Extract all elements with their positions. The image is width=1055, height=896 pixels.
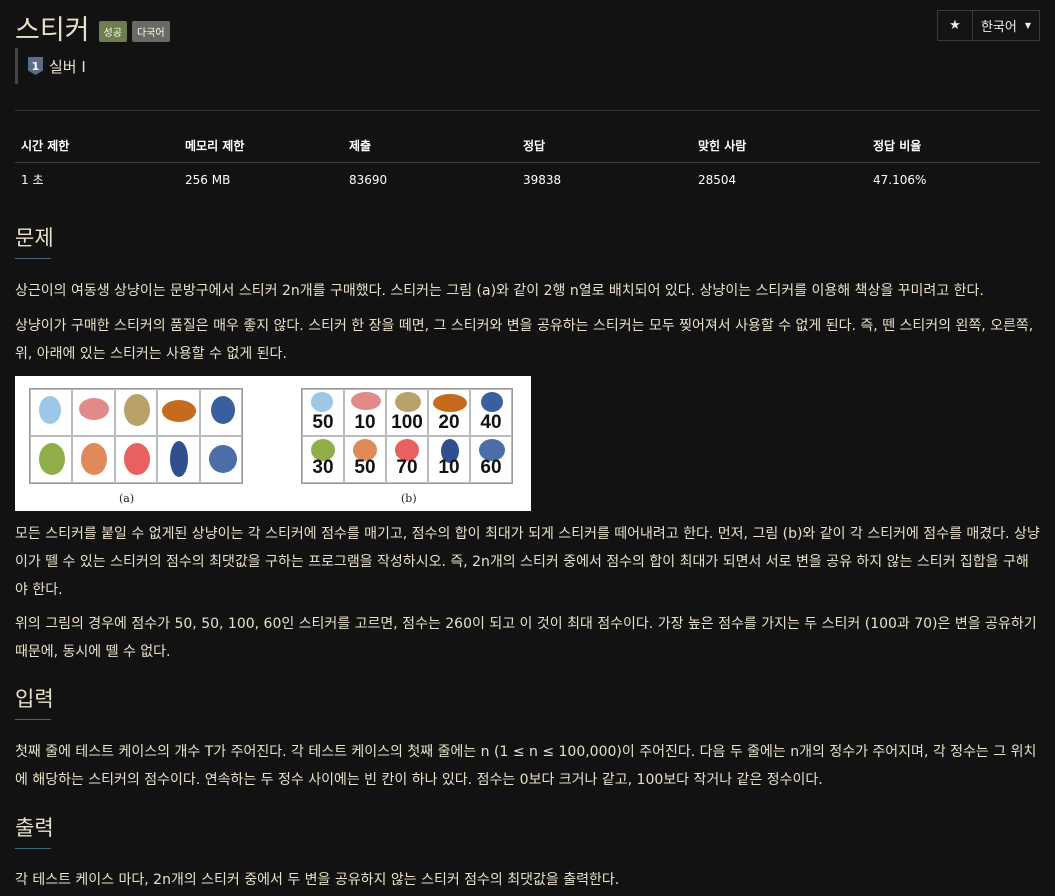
score-label: 100	[391, 412, 423, 433]
problem-paragraph-3: 모든 스티커를 붙일 수 없게된 상냥이는 각 스티커에 점수를 매기고, 점수…	[15, 526, 1040, 598]
problem-title: 스티커	[15, 15, 90, 46]
caption-b: (b)	[401, 492, 417, 505]
col-solved-users: 맞힌 사람	[692, 129, 867, 163]
col-time-limit: 시간 제한	[15, 129, 179, 163]
silver-tier-icon[interactable]: 1	[28, 57, 43, 75]
sticker-cell: 10	[344, 389, 386, 436]
sticker-child-icon	[114, 436, 158, 483]
input-paragraph: 첫째 줄에 테스트 케이스의 개수 T가 주어진다. 각 테스트 케이스의 첫째…	[15, 744, 1037, 788]
memory-limit-value: 256 MB	[185, 172, 231, 187]
time-limit-value: 1 초	[21, 173, 44, 188]
accepted-value[interactable]: 39838	[517, 163, 692, 197]
sticker-girl-icon	[72, 436, 115, 483]
col-accepted: 정답	[517, 129, 692, 163]
problem-paragraph-4: 위의 그림의 경우에 점수가 50, 50, 100, 60인 스티커를 고르면…	[15, 616, 1037, 660]
score-label: 40	[480, 412, 502, 433]
language-label: 한국어	[980, 20, 1017, 35]
score-label: 50	[354, 457, 376, 478]
sticker-rider-icon	[199, 436, 242, 483]
sticker-cell: 100	[386, 389, 428, 436]
score-label: 30	[312, 457, 334, 478]
output-paragraph: 각 테스트 케이스 마다, 2n개의 스티커 중에서 두 변을 공유하지 않는 …	[15, 872, 620, 888]
sticker-cell: 30	[302, 436, 344, 483]
divider	[15, 110, 1040, 111]
input-heading: 입력	[15, 683, 54, 720]
caret-down-icon: ▼	[1024, 21, 1032, 30]
caption-a: (a)	[119, 492, 135, 505]
submissions-value[interactable]: 83690	[343, 163, 517, 197]
sticker-shooter-icon	[157, 436, 200, 483]
sticker-cell: 60	[470, 436, 512, 483]
table-header-row: 시간 제한 메모리 제한 제출 정답 맞힌 사람 정답 비율	[15, 129, 1040, 163]
sticker-cell: 10	[428, 436, 470, 483]
tier-text: 실버 I	[49, 57, 86, 76]
star-icon: ★	[949, 18, 961, 33]
top-controls: ★ 한국어 ▼	[937, 10, 1040, 41]
sticker-balls-icon	[157, 389, 200, 436]
output-heading-text: 출력	[15, 816, 54, 840]
score-label: 20	[438, 412, 460, 433]
multilang-badge[interactable]: 다국어	[131, 21, 170, 42]
heading-underline	[15, 848, 51, 849]
success-badge[interactable]: 성공	[98, 21, 127, 42]
problem-heading-text: 문제	[15, 226, 54, 250]
sticker-cell: 20	[428, 389, 470, 436]
sticker-kid-icon	[30, 436, 73, 483]
col-submissions: 제출	[343, 129, 517, 163]
col-memory-limit: 메모리 제한	[179, 129, 343, 163]
heading-underline	[15, 258, 51, 259]
sticker-grid-a	[29, 388, 243, 484]
sticker-cell: 50	[344, 436, 386, 483]
language-select[interactable]: 한국어 ▼	[973, 10, 1040, 41]
score-label: 70	[396, 457, 418, 478]
input-heading-text: 입력	[15, 687, 54, 711]
sticker-skater-icon	[30, 389, 73, 436]
title-row: 스티커 성공 다국어	[15, 8, 170, 47]
sticker-skier-icon	[199, 389, 242, 436]
sticker-dancers-icon	[114, 389, 158, 436]
score-label: 10	[354, 412, 376, 433]
heading-underline	[15, 719, 51, 720]
score-label: 50	[312, 412, 334, 433]
sticker-cell: 70	[386, 436, 428, 483]
sticker-grid-b: 50 10 100 20 40 30 50 70 10 60	[301, 388, 513, 484]
problem-page: 스티커 성공 다국어 ★ 한국어 ▼ 1 실버 I 시간 제한 메모리 제한 제…	[0, 0, 1055, 896]
problem-paragraph-1: 상근이의 여동생 상냥이는 문방구에서 스티커 2n개를 구매했다. 스티커는 …	[15, 283, 984, 299]
sticker-cell: 40	[470, 389, 512, 436]
sticker-diver-icon	[72, 389, 115, 436]
sticker-figure: (a) 50 10 100 20 40 30 50 70 10 60 (b)	[15, 376, 531, 511]
problem-paragraph-2: 상냥이가 구매한 스티커의 품질은 매우 좋지 않다. 스티커 한 장을 떼면,…	[15, 318, 1034, 362]
problem-heading: 문제	[15, 222, 54, 259]
favorite-star-button[interactable]: ★	[937, 10, 973, 41]
problem-info-table: 시간 제한 메모리 제한 제출 정답 맞힌 사람 정답 비율 1 초 256 M…	[15, 129, 1040, 197]
table-row: 1 초 256 MB 83690 39838 28504 47.106%	[15, 163, 1040, 197]
score-label: 60	[480, 457, 502, 478]
col-accept-ratio: 정답 비율	[867, 129, 1040, 163]
sticker-cell: 50	[302, 389, 344, 436]
solved-users-value[interactable]: 28504	[692, 163, 867, 197]
tier-block: 1 실버 I	[15, 48, 86, 84]
output-heading: 출력	[15, 812, 54, 849]
score-label: 10	[438, 457, 460, 478]
accept-ratio-value: 47.106%	[873, 172, 927, 187]
